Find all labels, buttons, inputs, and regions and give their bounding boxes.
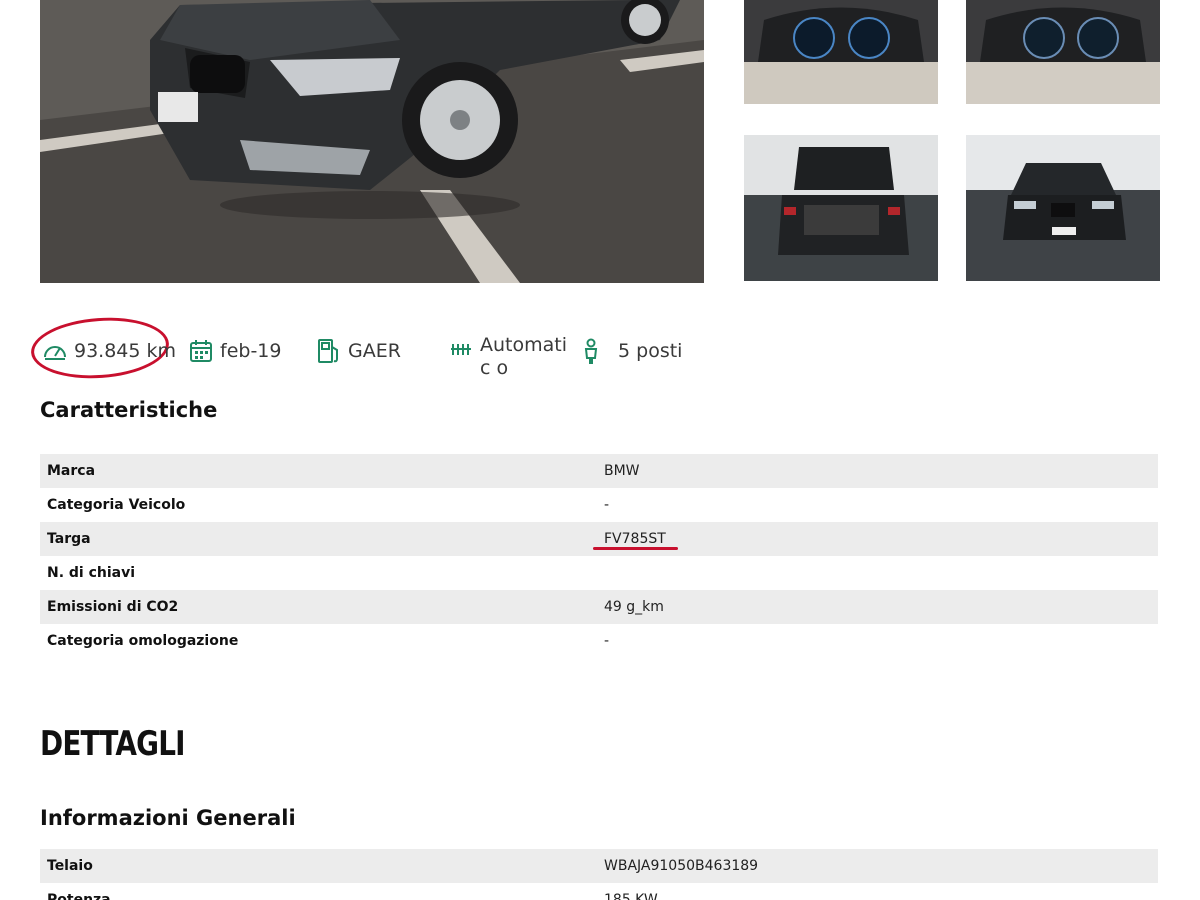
table-row: Categoria Veicolo - xyxy=(40,488,1158,522)
table-row: Potenza 185 KW xyxy=(40,883,1158,900)
characteristics-heading: Caratteristiche xyxy=(40,398,218,422)
table-row: Targa FV785ST xyxy=(40,522,1158,556)
row-label: Emissioni di CO2 xyxy=(47,599,179,615)
general-info-table: Telaio WBAJA91050B463189 Potenza 185 KW xyxy=(40,849,1158,900)
speedometer-icon xyxy=(40,336,70,366)
mileage-value: 93.845 km xyxy=(74,340,177,362)
row-value: BMW xyxy=(604,463,640,479)
thumbnail-dashboard-1[interactable] xyxy=(744,0,938,104)
seat-icon xyxy=(576,336,606,366)
characteristics-table: Marca BMW Categoria Veicolo - Targa FV78… xyxy=(40,454,1158,658)
row-label: Telaio xyxy=(47,858,93,874)
table-row: Categoria omologazione - xyxy=(40,624,1158,658)
thumbnail-front[interactable] xyxy=(966,135,1160,281)
transmission-value: Automatic o xyxy=(480,334,567,379)
table-row: Telaio WBAJA91050B463189 xyxy=(40,849,1158,883)
thumbnail-dashboard-2[interactable] xyxy=(966,0,1160,104)
spec-fuel: GAER xyxy=(314,334,401,368)
row-label: Targa xyxy=(47,531,91,547)
main-car-photo[interactable] xyxy=(40,0,704,283)
row-value: 49 g_km xyxy=(604,599,664,615)
row-value: FV785ST xyxy=(604,531,666,547)
spec-registration-date: feb-19 xyxy=(186,334,281,368)
details-heading: DETTAGLI xyxy=(40,724,186,764)
spec-transmission: Automatic o xyxy=(446,334,576,379)
row-value: - xyxy=(604,633,610,649)
row-value: WBAJA91050B463189 xyxy=(604,858,759,874)
row-label: N. di chiavi xyxy=(47,565,136,581)
fuel-pump-icon xyxy=(314,336,344,366)
table-row: Emissioni di CO2 49 g_km xyxy=(40,590,1158,624)
table-row: Marca BMW xyxy=(40,454,1158,488)
row-label: Marca xyxy=(47,463,96,479)
gearbox-icon xyxy=(446,334,476,364)
general-info-heading: Informazioni Generali xyxy=(40,806,296,830)
calendar-icon xyxy=(186,336,216,366)
row-label: Potenza xyxy=(47,892,111,900)
spec-mileage: 93.845 km xyxy=(40,334,176,368)
row-label: Categoria Veicolo xyxy=(47,497,186,513)
thumbnail-trunk[interactable] xyxy=(744,135,938,281)
row-value: - xyxy=(604,497,610,513)
table-row: N. di chiavi xyxy=(40,556,1158,590)
seats-value: 5 posti xyxy=(618,340,683,362)
spec-seats: 5 posti xyxy=(576,334,682,368)
plate-highlight-underline xyxy=(593,547,678,550)
row-label: Categoria omologazione xyxy=(47,633,239,649)
fuel-value: GAER xyxy=(348,340,401,362)
row-value: 185 KW xyxy=(604,892,658,900)
registration-date-value: feb-19 xyxy=(220,340,282,362)
